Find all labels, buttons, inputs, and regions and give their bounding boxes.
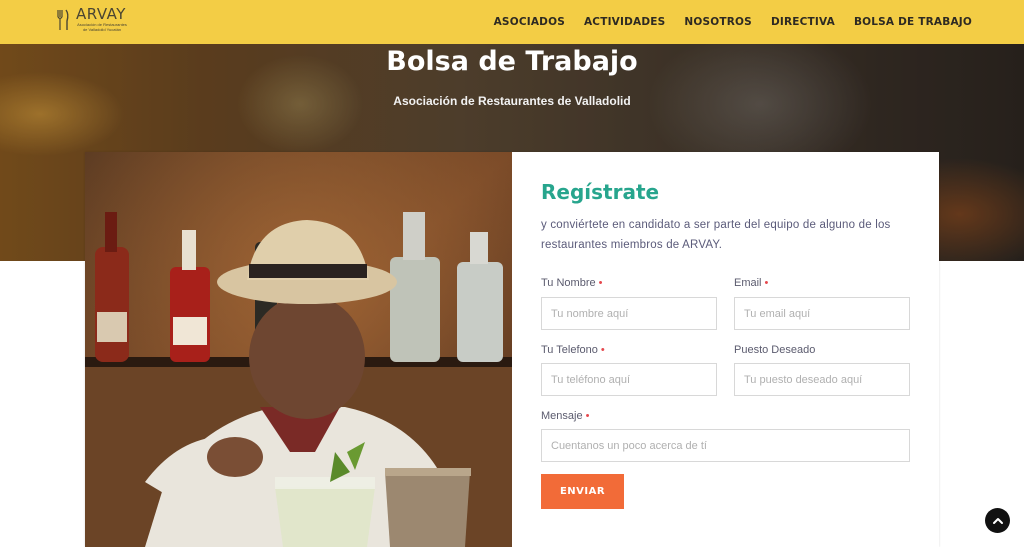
message-label-text: Mensaje	[541, 410, 583, 422]
phone-label-text: Tu Telefono	[541, 344, 598, 356]
nav-item-nosotros[interactable]: NOSOTROS	[684, 16, 752, 28]
required-marker: •	[600, 344, 605, 356]
phone-input[interactable]	[541, 363, 717, 396]
message-label: Mensaje •	[541, 410, 589, 422]
position-input[interactable]	[734, 363, 910, 396]
main-nav: ASOCIADOS ACTIVIDADES NOSOTROS DIRECTIVA…	[494, 0, 972, 44]
registration-card: Regístrate y conviértete en candidato a …	[85, 152, 939, 547]
name-label-text: Tu Nombre	[541, 277, 596, 289]
fork-knife-logo-icon	[57, 9, 69, 30]
nav-item-directiva[interactable]: DIRECTIVA	[771, 16, 835, 28]
brand-name: ARVAY	[76, 5, 126, 23]
nav-item-bolsa-de-trabajo[interactable]: BOLSA DE TRABAJO	[854, 16, 972, 28]
message-input[interactable]	[541, 429, 910, 462]
form-title: Regístrate	[541, 180, 660, 204]
chevron-up-icon	[992, 517, 1003, 524]
submit-button[interactable]: ENVIAR	[541, 474, 624, 509]
position-label-text: Puesto Deseado	[734, 344, 816, 356]
position-label: Puesto Deseado	[734, 344, 815, 356]
scroll-to-top-button[interactable]	[985, 508, 1010, 533]
nav-item-asociados[interactable]: ASOCIADOS	[494, 16, 565, 28]
email-input[interactable]	[734, 297, 910, 330]
required-marker: •	[764, 277, 769, 289]
name-input[interactable]	[541, 297, 717, 330]
email-label: Email •	[734, 277, 768, 289]
required-marker: •	[585, 410, 590, 422]
bartender-photo	[85, 152, 512, 547]
nav-item-actividades[interactable]: ACTIVIDADES	[584, 16, 665, 28]
name-label: Tu Nombre •	[541, 277, 602, 289]
required-marker: •	[598, 277, 603, 289]
bartender-photo-illustration	[85, 152, 512, 547]
brand-tagline: Asociación de Restaurantes de Valladolid…	[77, 22, 127, 32]
phone-label: Tu Telefono •	[541, 344, 605, 356]
form-description: y conviértete en candidato a ser parte d…	[541, 219, 891, 251]
page-subtitle: Asociación de Restaurantes de Valladolid	[393, 94, 631, 108]
site-header: ARVAY Asociación de Restaurantes de Vall…	[0, 0, 1024, 44]
brand-logo[interactable]: ARVAY Asociación de Restaurantes de Vall…	[56, 6, 128, 32]
email-label-text: Email	[734, 277, 762, 289]
page-title: Bolsa de Trabajo	[386, 46, 638, 77]
